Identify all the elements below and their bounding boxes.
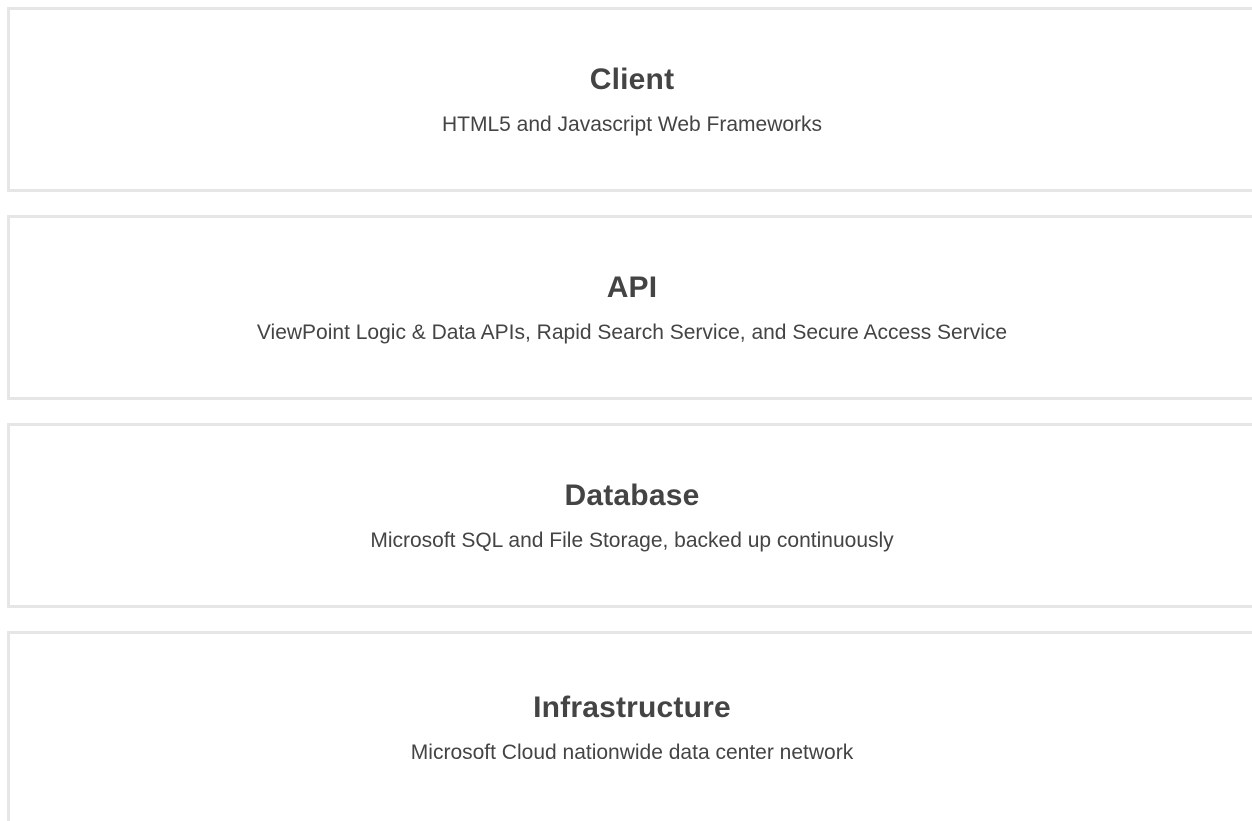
layer-title: Infrastructure [533, 690, 731, 724]
layer-description: Microsoft SQL and File Storage, backed u… [370, 528, 894, 552]
layer-database: Database Microsoft SQL and File Storage,… [7, 423, 1252, 608]
layer-title: API [606, 270, 658, 304]
architecture-stack: Client HTML5 and Javascript Web Framewor… [7, 7, 1252, 821]
layer-infrastructure: Infrastructure Microsoft Cloud nationwid… [7, 631, 1252, 821]
layer-description: HTML5 and Javascript Web Frameworks [441, 112, 823, 136]
layer-description: ViewPoint Logic & Data APIs, Rapid Searc… [256, 320, 1008, 344]
layer-client: Client HTML5 and Javascript Web Framewor… [7, 7, 1252, 192]
layer-api: API ViewPoint Logic & Data APIs, Rapid S… [7, 215, 1252, 400]
layer-description: Microsoft Cloud nationwide data center n… [410, 740, 854, 764]
layer-title: Client [589, 62, 675, 96]
layer-title: Database [564, 478, 700, 512]
